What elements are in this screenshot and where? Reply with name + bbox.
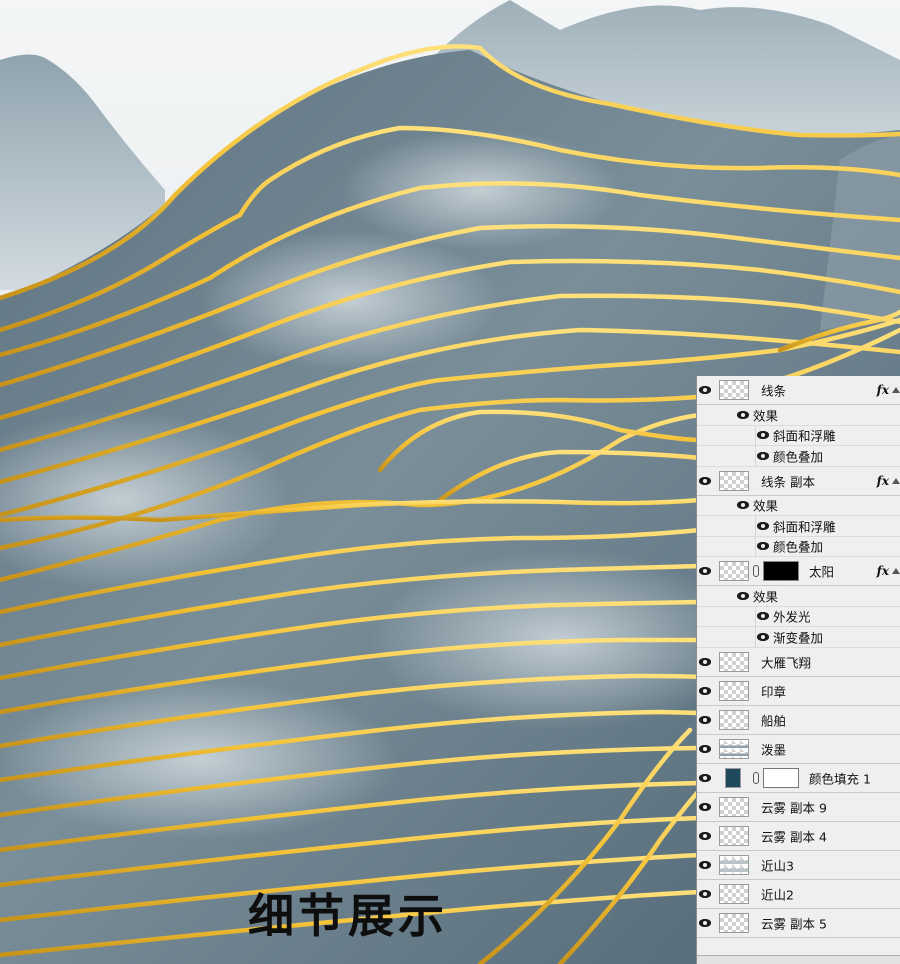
visibility-eye-icon[interactable] <box>699 567 711 575</box>
caption-title: 细节展示 <box>248 889 448 943</box>
effect-name: 效果 <box>753 589 779 605</box>
layer-row[interactable]: 印章 <box>697 676 900 706</box>
effect-name: 斜面和浮雕 <box>773 428 836 444</box>
layer-thumbnail[interactable] <box>719 651 749 672</box>
layer-thumbnail[interactable] <box>719 709 749 730</box>
visibility-eye-icon[interactable] <box>699 715 711 724</box>
effect-row[interactable]: 外发光 <box>697 606 900 627</box>
visibility-eye-icon[interactable] <box>699 860 711 869</box>
layer-name: 近山3 <box>761 858 794 873</box>
effects-group-row[interactable]: 效果 <box>697 586 900 607</box>
layer-thumbnail[interactable] <box>719 470 749 491</box>
visibility-eye-icon[interactable] <box>757 431 769 440</box>
expand-arrow-icon[interactable] <box>892 568 900 574</box>
layer-name: 线条 <box>761 383 787 399</box>
visibility-eye-icon[interactable] <box>757 612 769 621</box>
layer-name: 云雾 副本 9 <box>761 800 827 815</box>
layer-name: 泼墨 <box>761 742 787 757</box>
layer-row[interactable]: 泼墨 <box>697 734 900 764</box>
visibility-eye-icon[interactable] <box>757 632 769 641</box>
effect-name: 颜色叠加 <box>773 449 824 465</box>
visibility-eye-icon[interactable] <box>737 501 749 510</box>
effect-row[interactable]: 颜色叠加 <box>697 536 900 557</box>
effect-name: 外发光 <box>773 609 811 625</box>
layer-row[interactable]: 船舶 <box>697 705 900 735</box>
layer-row[interactable]: 太阳 fx <box>697 557 900 586</box>
layer-mask-thumbnail[interactable] <box>763 767 799 788</box>
layer-thumbnail[interactable] <box>719 796 749 817</box>
visibility-eye-icon[interactable] <box>699 686 711 695</box>
layer-thumbnail[interactable] <box>725 767 741 788</box>
layer-row[interactable]: 近山3 <box>697 850 900 880</box>
layer-row[interactable]: 云雾 副本 4 <box>697 821 900 851</box>
layer-thumbnail[interactable] <box>719 825 749 846</box>
effect-name: 渐变叠加 <box>773 630 824 646</box>
layer-row[interactable]: 云雾 副本 5 <box>697 908 900 938</box>
layer-name: 颜色填充 1 <box>809 771 871 786</box>
mist-patch <box>0 680 400 840</box>
visibility-eye-icon[interactable] <box>757 451 769 460</box>
visibility-eye-icon[interactable] <box>699 889 711 898</box>
effect-row[interactable]: 斜面和浮雕 <box>697 425 900 446</box>
visibility-eye-icon[interactable] <box>699 657 711 666</box>
layers-panel[interactable]: 线条 fx 效果 斜面和浮雕 颜色叠加 线条 副本 fx 效果 斜面和浮雕 颜色叠加 太阳 fx 效果外… <box>696 376 900 964</box>
visibility-eye-icon[interactable] <box>699 744 711 753</box>
mist-patch <box>340 130 620 250</box>
layer-row[interactable]: 云雾 副本 9 <box>697 792 900 822</box>
layer-name: 云雾 副本 5 <box>761 916 827 931</box>
effects-group-row[interactable]: 效果 <box>697 405 900 426</box>
visibility-eye-icon[interactable] <box>699 831 711 840</box>
effect-name: 斜面和浮雕 <box>773 519 836 535</box>
visibility-eye-icon[interactable] <box>699 476 711 485</box>
panel-footer <box>697 955 900 964</box>
layer-name: 船舶 <box>761 713 787 728</box>
effect-row[interactable]: 斜面和浮雕 <box>697 516 900 537</box>
visibility-eye-icon[interactable] <box>757 542 769 551</box>
layer-name: 线条 副本 <box>761 474 815 489</box>
expand-arrow-icon[interactable] <box>892 477 900 484</box>
layer-row[interactable]: 颜色填充 1 <box>697 763 900 793</box>
link-chain-icon[interactable] <box>753 565 759 577</box>
fx-icon[interactable]: fx <box>877 383 889 397</box>
visibility-eye-icon[interactable] <box>757 521 769 530</box>
fx-icon[interactable]: fx <box>877 474 889 488</box>
effects-group-row[interactable]: 效果 <box>697 495 900 516</box>
layer-row[interactable]: 线条 fx <box>697 376 900 405</box>
link-chain-icon[interactable] <box>753 771 759 784</box>
layer-row[interactable]: 大雁飞翔 <box>697 647 900 677</box>
layer-thumbnail[interactable] <box>719 680 749 701</box>
layer-thumbnail[interactable] <box>719 380 749 400</box>
effect-name: 效果 <box>753 408 779 424</box>
layer-name: 近山2 <box>761 887 794 902</box>
layer-name: 印章 <box>761 684 787 699</box>
expand-arrow-icon[interactable] <box>892 387 900 393</box>
effect-name: 效果 <box>753 498 779 514</box>
layer-mask-thumbnail[interactable] <box>763 561 799 581</box>
layer-thumbnail[interactable] <box>719 561 749 581</box>
layer-name: 云雾 副本 4 <box>761 829 827 844</box>
visibility-eye-icon[interactable] <box>699 773 711 782</box>
visibility-eye-icon[interactable] <box>699 386 711 394</box>
effect-row[interactable]: 渐变叠加 <box>697 627 900 648</box>
layer-thumbnail[interactable] <box>719 854 749 875</box>
layer-thumbnail[interactable] <box>719 883 749 904</box>
layer-thumbnail[interactable] <box>719 738 749 759</box>
effect-name: 颜色叠加 <box>773 539 824 555</box>
layer-row[interactable]: 近山2 <box>697 879 900 909</box>
layer-row[interactable]: 线条 副本 fx <box>697 466 900 496</box>
fx-icon[interactable]: fx <box>877 564 889 578</box>
visibility-eye-icon[interactable] <box>737 410 749 419</box>
visibility-eye-icon[interactable] <box>699 802 711 811</box>
layer-name: 大雁飞翔 <box>761 655 812 670</box>
effect-row[interactable]: 颜色叠加 <box>697 446 900 467</box>
layer-name: 太阳 <box>809 564 835 580</box>
layer-thumbnail[interactable] <box>719 912 749 933</box>
visibility-eye-icon[interactable] <box>699 918 711 927</box>
visibility-eye-icon[interactable] <box>737 591 749 600</box>
